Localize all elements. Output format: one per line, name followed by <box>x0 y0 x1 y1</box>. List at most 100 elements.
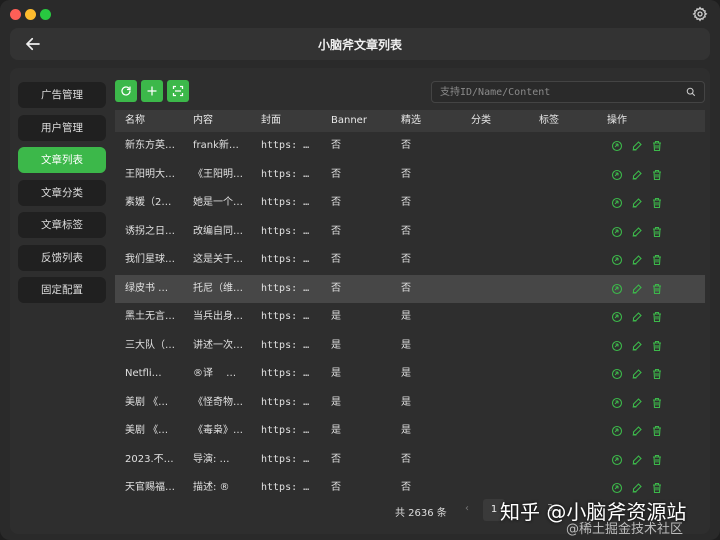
app-window: 小脑斧文章列表 广告管理 用户管理 文章列表 文章分类 文章标签 反馈列表 固定… <box>0 0 720 540</box>
cell-banner: 是 <box>331 311 341 322</box>
trash-icon[interactable] <box>651 197 663 209</box>
table-row[interactable]: 2023.不… 导演: … https: … 否 否 <box>115 446 705 474</box>
refresh-icon <box>121 86 131 96</box>
cell-content: 改编自同… <box>193 225 243 237</box>
scan-button[interactable] <box>167 80 189 102</box>
cell-featured: 否 <box>401 282 411 294</box>
trash-icon[interactable] <box>651 340 663 352</box>
cell-banner: 是 <box>331 425 341 436</box>
cell-name: 新东方英… <box>125 140 175 151</box>
edit-icon[interactable] <box>631 482 643 494</box>
table-row[interactable]: 美剧 《… 《毒枭》… https: … 是 是 <box>115 417 705 445</box>
cell-cover: https: … <box>261 225 310 237</box>
sidebar-item-ads[interactable]: 广告管理 <box>18 82 106 108</box>
trash-icon[interactable] <box>651 254 663 266</box>
sidebar-item-feedback[interactable]: 反馈列表 <box>18 244 106 271</box>
sidebar-item-categories[interactable]: 文章分类 <box>18 179 106 206</box>
edit-icon[interactable] <box>631 197 643 209</box>
trash-icon[interactable] <box>651 397 663 409</box>
cell-featured: 否 <box>401 254 411 265</box>
watermark-subtext: @稀土掘金技术社区 <box>566 522 684 537</box>
table-row[interactable]: 绿皮书 … 托尼（维… https: … 否 否 <box>115 274 705 303</box>
edit-icon[interactable] <box>631 454 643 466</box>
search-input[interactable] <box>440 84 680 100</box>
edit-icon[interactable] <box>631 340 643 352</box>
cell-category <box>471 132 521 160</box>
trash-icon[interactable] <box>651 482 663 494</box>
refresh-button[interactable] <box>115 80 137 102</box>
cell-featured: 是 <box>401 368 411 379</box>
view-icon[interactable] <box>611 397 623 409</box>
column-header-banner: Banner <box>331 115 367 126</box>
table-row[interactable]: 素媛（2… 她是一个… https: … 否 否 <box>115 189 705 217</box>
cell-category <box>471 474 521 494</box>
sidebar-item-users[interactable]: 用户管理 <box>18 114 106 141</box>
view-icon[interactable] <box>611 368 623 380</box>
trash-icon[interactable] <box>651 226 663 238</box>
edit-icon[interactable] <box>631 283 643 295</box>
table-row[interactable]: 新东方英… frank新… https: … 否 否 <box>115 132 705 160</box>
cell-featured: 否 <box>401 453 411 465</box>
edit-icon[interactable] <box>631 140 643 152</box>
cell-cover: https: … <box>261 368 310 379</box>
prev-page-button[interactable]: ‹ <box>465 503 469 514</box>
edit-icon[interactable] <box>631 169 643 181</box>
edit-icon[interactable] <box>631 226 643 238</box>
table-row[interactable]: 王阳明大… 《王阳明… https: … 否 否 <box>115 161 705 189</box>
edit-icon[interactable] <box>631 368 643 380</box>
cell-content: 她是一个… <box>193 197 243 208</box>
article-table: 名称 内容 封面 Banner 精选 分类 标签 操作 新东方英… frank新…… <box>115 110 705 494</box>
edit-icon[interactable] <box>631 254 643 266</box>
edit-icon[interactable] <box>631 425 643 437</box>
table-row[interactable]: 美剧 《… 《怪奇物… https: … 是 是 <box>115 389 705 417</box>
view-icon[interactable] <box>611 311 623 323</box>
view-icon[interactable] <box>611 425 623 437</box>
close-window-button[interactable] <box>10 9 21 20</box>
trash-icon[interactable] <box>651 425 663 437</box>
search-icon[interactable] <box>686 87 696 97</box>
cell-name: 素媛（2… <box>125 197 172 208</box>
cell-featured: 否 <box>401 140 411 151</box>
trash-icon[interactable] <box>651 283 663 295</box>
table-row[interactable]: 黑土无言… 当兵出身… https: … 是 是 <box>115 303 705 331</box>
cell-banner: 否 <box>331 168 341 180</box>
view-icon[interactable] <box>611 283 623 295</box>
table-row[interactable]: 诱拐之日… 改编自同… https: … 否 否 <box>115 218 705 246</box>
cell-tags <box>539 275 589 303</box>
view-icon[interactable] <box>611 454 623 466</box>
cell-featured: 否 <box>401 168 411 180</box>
table-row[interactable]: 三大队（… 讲述一次… https: … 是 是 <box>115 332 705 360</box>
edit-icon[interactable] <box>631 397 643 409</box>
cell-featured: 否 <box>401 482 411 493</box>
maximize-window-button[interactable] <box>40 9 51 20</box>
view-icon[interactable] <box>611 226 623 238</box>
cell-name: 黑土无言… <box>125 311 175 322</box>
view-icon[interactable] <box>611 140 623 152</box>
table-row[interactable]: 天官赐福… 描述: ® https: … 否 否 <box>115 474 705 494</box>
trash-icon[interactable] <box>651 169 663 181</box>
edit-icon[interactable] <box>631 311 643 323</box>
trash-icon[interactable] <box>651 140 663 152</box>
sidebar-item-config[interactable]: 固定配置 <box>18 277 106 303</box>
gear-icon[interactable] <box>692 6 708 22</box>
view-icon[interactable] <box>611 340 623 352</box>
minimize-window-button[interactable] <box>25 9 36 20</box>
cell-banner: 否 <box>331 453 341 465</box>
view-icon[interactable] <box>611 169 623 181</box>
trash-icon[interactable] <box>651 368 663 380</box>
add-button[interactable] <box>141 80 163 102</box>
view-icon[interactable] <box>611 197 623 209</box>
sidebar-item-tags[interactable]: 文章标签 <box>18 212 106 238</box>
table-row[interactable]: Netfli… ®译 … https: … 是 是 <box>115 360 705 388</box>
view-icon[interactable] <box>611 482 623 494</box>
cell-name: 诱拐之日… <box>125 225 175 237</box>
table-row[interactable]: 我们星球… 这是关于… https: … 否 否 <box>115 246 705 274</box>
column-header-content: 内容 <box>193 115 213 126</box>
cell-name: 王阳明大… <box>125 168 175 180</box>
sidebar-item-articles[interactable]: 文章列表 <box>18 147 106 173</box>
trash-icon[interactable] <box>651 454 663 466</box>
cell-category <box>471 218 521 246</box>
view-icon[interactable] <box>611 254 623 266</box>
trash-icon[interactable] <box>651 311 663 323</box>
cell-cover: https: … <box>261 453 310 465</box>
